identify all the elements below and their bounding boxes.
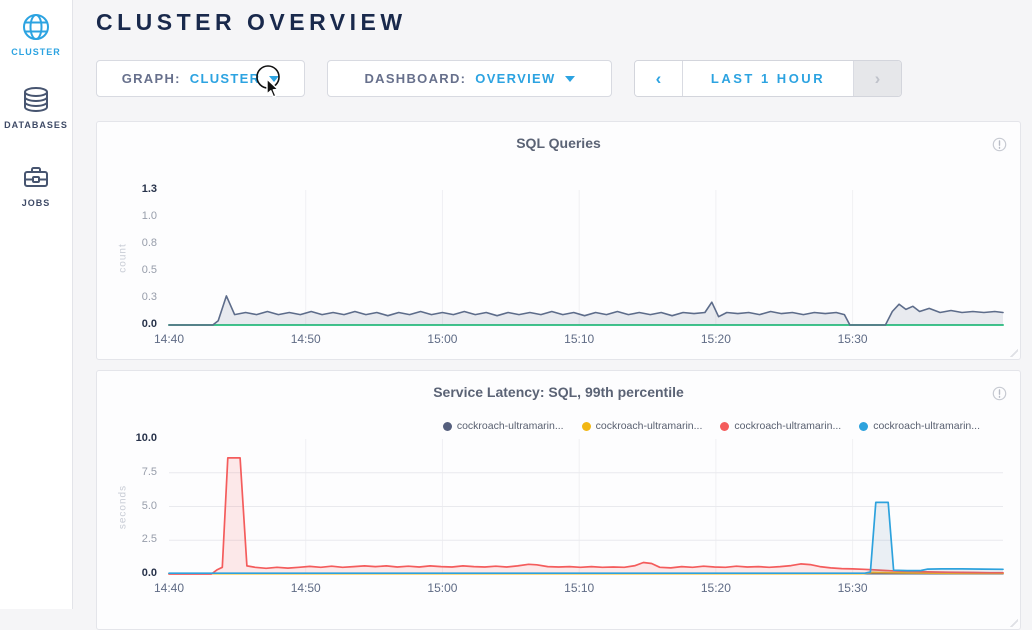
x-tick-label: 15:30	[823, 581, 883, 595]
chart-card-service-latency: Service Latency: SQL, 99th percentile 0.…	[96, 370, 1021, 630]
y-tick-label: 1.0	[113, 210, 157, 222]
y-tick-label: 0.0	[113, 567, 157, 579]
sidebar-item-cluster[interactable]: CLUSTER	[0, 11, 72, 57]
legend-dot-icon	[443, 422, 452, 431]
legend-item[interactable]: cockroach-ultramarin...	[443, 420, 564, 432]
graph-dropdown-value: CLUSTER	[190, 71, 261, 86]
sidebar: CLUSTER DATABASES JOBS	[0, 0, 73, 609]
legend-label: cockroach-ultramarin...	[457, 420, 564, 432]
time-range-label[interactable]: LAST 1 HOUR	[683, 61, 853, 96]
x-tick-label: 14:40	[139, 332, 199, 346]
x-tick-label: 15:10	[549, 581, 609, 595]
chart-body: 0.00.30.50.81.01.314:4014:5015:0015:1015…	[97, 122, 1020, 359]
resize-handle-icon[interactable]	[1009, 618, 1018, 627]
x-tick-label: 15:00	[412, 581, 472, 595]
x-tick-label: 14:50	[276, 332, 336, 346]
chart-body: 0.02.55.07.510.014:4014:5015:0015:1015:2…	[97, 371, 1020, 629]
dashboard-dropdown-value: OVERVIEW	[475, 71, 555, 86]
chart-plot[interactable]	[97, 122, 1020, 359]
y-tick-label: 0.0	[113, 318, 157, 330]
sidebar-item-label: CLUSTER	[0, 47, 72, 57]
y-tick-label: 7.5	[113, 466, 157, 478]
graph-dropdown-label: GRAPH:	[122, 71, 181, 86]
legend-item[interactable]: cockroach-ultramarin...	[582, 420, 703, 432]
time-range-selector: ‹ LAST 1 HOUR ›	[634, 60, 902, 97]
sidebar-item-label: DATABASES	[0, 120, 72, 130]
page-title: CLUSTER OVERVIEW	[96, 9, 407, 36]
dashboard-dropdown-label: DASHBOARD:	[364, 71, 466, 86]
sidebar-item-jobs[interactable]: JOBS	[0, 162, 72, 208]
x-tick-label: 14:40	[139, 581, 199, 595]
chart-card-sql-queries: SQL Queries 0.00.30.50.81.01.314:4014:50…	[96, 121, 1021, 360]
x-tick-label: 14:50	[276, 581, 336, 595]
legend-label: cockroach-ultramarin...	[873, 420, 980, 432]
y-tick-label: 0.3	[113, 291, 157, 303]
legend-label: cockroach-ultramarin...	[734, 420, 841, 432]
legend-item[interactable]: cockroach-ultramarin...	[859, 420, 980, 432]
y-tick-label: 1.3	[113, 183, 157, 195]
y-axis-unit-label: seconds	[118, 484, 129, 528]
sidebar-item-databases[interactable]: DATABASES	[0, 84, 72, 130]
legend-dot-icon	[720, 422, 729, 431]
dashboard-dropdown[interactable]: DASHBOARD: OVERVIEW	[327, 60, 612, 97]
y-tick-label: 10.0	[113, 432, 157, 444]
x-tick-label: 15:20	[686, 332, 746, 346]
y-axis-unit-label: count	[118, 243, 129, 272]
x-tick-label: 15:10	[549, 332, 609, 346]
x-tick-label: 15:30	[823, 332, 883, 346]
x-tick-label: 15:00	[412, 332, 472, 346]
chevron-down-icon	[269, 76, 279, 82]
time-range-prev-button[interactable]: ‹	[635, 61, 683, 96]
chart-legend: cockroach-ultramarin... cockroach-ultrama…	[443, 420, 980, 432]
chevron-down-icon	[565, 76, 575, 82]
legend-dot-icon	[859, 422, 868, 431]
graph-dropdown[interactable]: GRAPH: CLUSTER	[96, 60, 305, 97]
y-tick-label: 2.5	[113, 533, 157, 545]
legend-dot-icon	[582, 422, 591, 431]
database-icon	[20, 84, 52, 116]
time-range-next-button[interactable]: ›	[853, 61, 901, 96]
globe-icon	[20, 11, 52, 43]
legend-item[interactable]: cockroach-ultramarin...	[720, 420, 841, 432]
sidebar-item-label: JOBS	[0, 198, 72, 208]
briefcase-icon	[20, 162, 52, 194]
resize-handle-icon[interactable]	[1009, 348, 1018, 357]
legend-label: cockroach-ultramarin...	[596, 420, 703, 432]
x-tick-label: 15:20	[686, 581, 746, 595]
